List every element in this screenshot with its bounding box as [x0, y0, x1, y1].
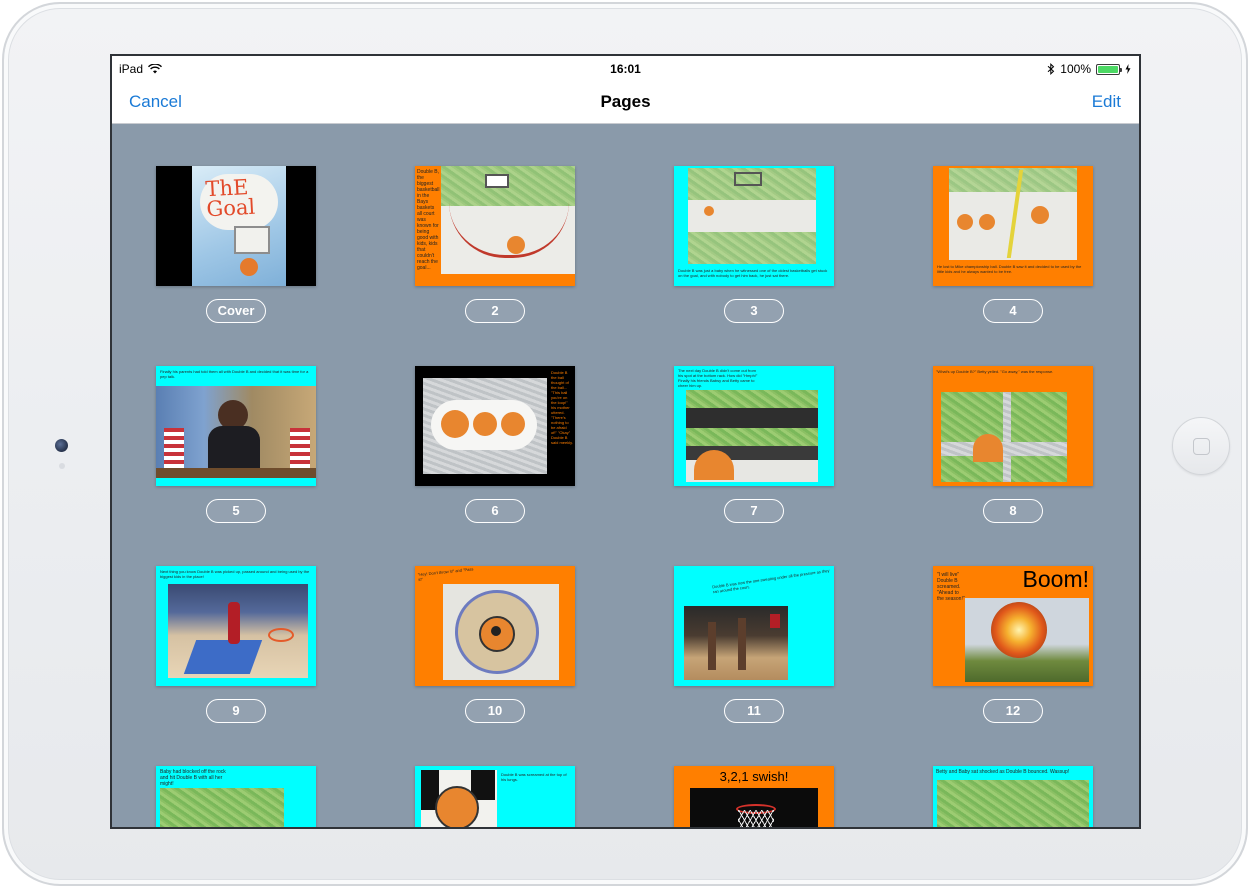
edit-button[interactable]: Edit: [1092, 92, 1121, 112]
home-button[interactable]: [1172, 417, 1230, 475]
page-label[interactable]: 2: [465, 299, 525, 323]
page-thumbnail-7[interactable]: The next day Double B didn't come out fr…: [674, 366, 834, 486]
page-thumbnail-14[interactable]: Double B was screamed at the top of his …: [415, 766, 575, 827]
page-text: Double B was now the one sweating under …: [711, 567, 830, 595]
page-thumbnail-8[interactable]: "What's up Double B?" Betty yelled. "Go …: [933, 366, 1093, 486]
page-thumbnail-2[interactable]: Double B, the biggest basketball in the …: [415, 166, 575, 286]
page-thumbnail-5[interactable]: Finally his parents had told them all wi…: [156, 366, 316, 486]
page-label[interactable]: 10: [465, 699, 525, 723]
page-text: Finally his parents had told them all wi…: [160, 369, 309, 379]
page-label[interactable]: 7: [724, 499, 784, 523]
page-label[interactable]: 12: [983, 699, 1043, 723]
page-thumbnail-11[interactable]: Double B was now the one sweating under …: [674, 566, 834, 686]
page-headline: Boom!: [1022, 566, 1089, 592]
page-thumbnail-13[interactable]: Baby had blocked off the rock and hit Do…: [156, 766, 316, 827]
cover-art-title: ThE Goal: [204, 175, 256, 222]
page-label[interactable]: 9: [206, 699, 266, 723]
battery-icon: [1096, 63, 1122, 75]
navigation-bar: Cancel Pages Edit: [112, 82, 1139, 124]
page-label[interactable]: 11: [724, 699, 784, 723]
light-sensor: [59, 463, 65, 469]
page-thumbnail-cover[interactable]: ThE Goal: [156, 166, 316, 286]
status-bar: iPad 16:01 100%: [112, 56, 1139, 82]
battery-percent: 100%: [1060, 62, 1091, 76]
page-thumbnail-6[interactable]: Double B the ball thought of the ball...…: [415, 366, 575, 486]
page-label[interactable]: 5: [206, 499, 266, 523]
page-text: Baby had blocked off the rock and hit Do…: [160, 769, 226, 787]
page-label[interactable]: 8: [983, 499, 1043, 523]
page-text: The next day Double B didn't come out fr…: [678, 368, 758, 388]
page-text: "Hey! Don't throw it!" and "Pass it!": [417, 566, 474, 583]
charging-icon: [1125, 64, 1131, 74]
page-label[interactable]: 3: [724, 299, 784, 323]
page-text: "What's up Double B?" Betty yelled. "Go …: [936, 369, 1054, 374]
page-text: Next thing you know Double B was picked …: [160, 569, 310, 579]
page-label[interactable]: 4: [983, 299, 1043, 323]
page-thumbnail-3[interactable]: Double B was just a baby when he witness…: [674, 166, 834, 286]
page-text: Double B the ball thought of the ball...…: [551, 370, 573, 445]
page-thumbnail-9[interactable]: Next thing you know Double B was picked …: [156, 566, 316, 686]
page-thumbnail-4[interactable]: He lost to Mike championship ball. Doubl…: [933, 166, 1093, 286]
page-text: Betty and Baby sat shocked as Double B b…: [936, 769, 1070, 775]
page-text: "I will live" Double B screamed. "Ahead …: [937, 572, 965, 602]
page-label[interactable]: 6: [465, 499, 525, 523]
status-time: 16:01: [610, 62, 641, 76]
home-square-icon: [1193, 438, 1210, 455]
page-text: Double B was screamed at the top of his …: [501, 772, 567, 782]
page-thumbnail-15[interactable]: 3,2,1 swish!: [674, 766, 834, 827]
bluetooth-icon: [1047, 63, 1055, 75]
page-thumbnail-12[interactable]: Boom! "I will live" Double B screamed. "…: [933, 566, 1093, 686]
page-title: Pages: [600, 92, 651, 111]
screen: iPad 16:01 100% Cancel Pages Edit ThE Go…: [110, 54, 1141, 829]
page-headline: 3,2,1 swish!: [719, 769, 789, 784]
front-camera-icon: [55, 439, 68, 452]
page-text: Double B, the biggest basketball in the …: [417, 169, 440, 271]
page-text: Double B was just a baby when he witness…: [678, 268, 828, 278]
page-text: He lost to Mike championship ball. Doubl…: [937, 264, 1082, 274]
page-thumbnail-16[interactable]: Betty and Baby sat shocked as Double B b…: [933, 766, 1093, 827]
page-label[interactable]: Cover: [206, 299, 266, 323]
pages-grid: ThE Goal Cover Double B, the biggest bask…: [112, 124, 1139, 827]
page-thumbnail-10[interactable]: "Hey! Don't throw it!" and "Pass it!": [415, 566, 575, 686]
